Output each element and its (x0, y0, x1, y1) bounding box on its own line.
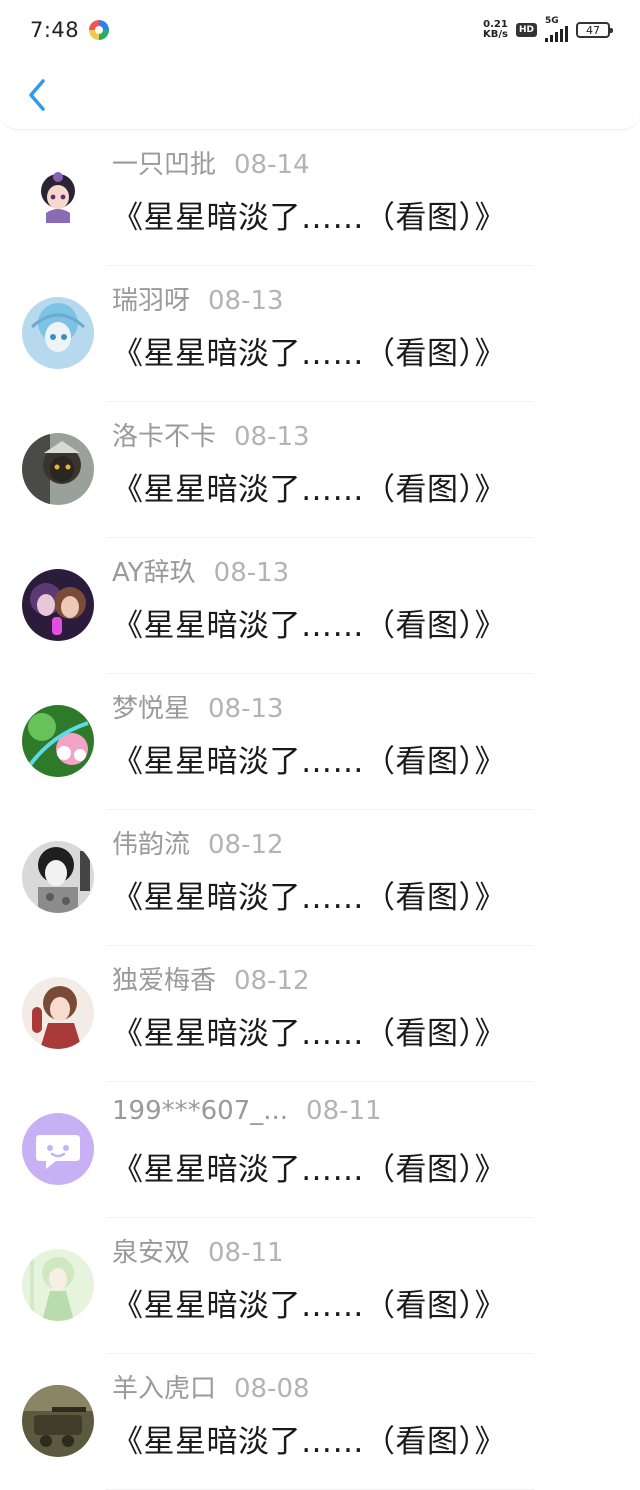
list-item[interactable]: 独爱梅香 08-12 《星星暗淡了……（看图）》 (0, 946, 640, 1082)
post-title[interactable]: 《星星暗淡了……（看图）》 (112, 1144, 506, 1189)
like-date: 08-13 (234, 422, 310, 452)
list-item[interactable]: 梦悦星 08-13 《星星暗淡了……（看图）》 (0, 674, 640, 810)
post-title[interactable]: 《星星暗淡了……（看图）》 (112, 464, 506, 509)
like-date: 08-13 (213, 558, 290, 588)
name-line: 羊入虎口 08-08 (112, 1368, 310, 1405)
avatar[interactable] (22, 841, 94, 913)
like-date: 08-14 (234, 150, 310, 180)
user-name[interactable]: AY辞玖 (112, 552, 196, 589)
list-item[interactable]: 199***607_... 08-11 《星星暗淡了……（看图）》 (0, 1082, 640, 1218)
name-line: 泉安双 08-11 (112, 1232, 284, 1269)
list-item[interactable]: 伟韵流 08-12 《星星暗淡了……（看图）》 (0, 810, 640, 946)
avatar[interactable] (22, 1249, 94, 1321)
user-name[interactable]: 伟韵流 (112, 824, 190, 861)
name-line: 瑞羽呀 08-13 (112, 280, 284, 317)
list-item[interactable]: 洛卡不卡 08-13 《星星暗淡了……（看图）》 (0, 402, 640, 538)
user-name[interactable]: 瑞羽呀 (112, 280, 190, 317)
post-title[interactable]: 《星星暗淡了……（看图）》 (112, 328, 506, 373)
network-type: 5G (545, 16, 559, 26)
avatar[interactable] (22, 977, 94, 1049)
like-date: 08-13 (208, 694, 284, 724)
user-name[interactable]: 199***607_... (112, 1096, 288, 1126)
signal-icon: 5G (545, 16, 568, 42)
user-name[interactable]: 梦悦星 (112, 688, 190, 725)
name-line: 一只凹批 08-14 (112, 144, 310, 181)
like-list: 一只凹批 08-14 《星星暗淡了……（看图）》 瑞羽呀 08-13 《星星暗淡了……（看… (0, 130, 640, 1490)
like-date: 08-13 (208, 286, 284, 316)
name-line: 伟韵流 08-12 (112, 824, 284, 861)
like-date: 08-11 (306, 1096, 382, 1126)
battery-icon: 47 (576, 22, 613, 38)
avatar[interactable] (22, 1113, 94, 1185)
status-bar: 7:48 0.21 KB/s HD 5G 47 (0, 0, 640, 60)
avatar[interactable] (22, 297, 94, 369)
name-line: 199***607_... 08-11 (112, 1096, 382, 1126)
app-notification-icon (89, 20, 110, 40)
user-name[interactable]: 泉安双 (112, 1232, 190, 1269)
network-speed: 0.21 KB/s (483, 20, 508, 40)
avatar[interactable] (22, 705, 94, 777)
name-line: 独爱梅香 08-12 (112, 960, 310, 997)
post-title[interactable]: 《星星暗淡了……（看图）》 (112, 192, 506, 237)
user-name[interactable]: 一只凹批 (112, 144, 216, 181)
nav-bar (0, 60, 640, 130)
chevron-left-icon (29, 79, 45, 111)
user-name[interactable]: 洛卡不卡 (112, 416, 216, 453)
like-date: 08-12 (234, 966, 310, 996)
avatar[interactable] (22, 161, 94, 233)
list-item[interactable]: 羊入虎口 08-08 《星星暗淡了……（看图）》 (0, 1354, 640, 1490)
user-name[interactable]: 羊入虎口 (112, 1368, 216, 1405)
back-button[interactable] (20, 78, 54, 112)
network-speed-unit: KB/s (483, 29, 508, 40)
user-name[interactable]: 独爱梅香 (112, 960, 216, 997)
post-title[interactable]: 《星星暗淡了……（看图）》 (112, 1008, 506, 1053)
list-item[interactable]: 瑞羽呀 08-13 《星星暗淡了……（看图）》 (0, 266, 640, 402)
like-date: 08-12 (208, 830, 284, 860)
list-item[interactable]: 泉安双 08-11 《星星暗淡了……（看图）》 (0, 1218, 640, 1354)
status-icons: 0.21 KB/s HD 5G 47 (483, 16, 613, 42)
hd-icon: HD (515, 23, 537, 37)
post-title[interactable]: 《星星暗淡了……（看图）》 (112, 872, 506, 917)
avatar[interactable] (22, 433, 94, 505)
name-line: 梦悦星 08-13 (112, 688, 284, 725)
post-title[interactable]: 《星星暗淡了……（看图）》 (112, 1416, 506, 1461)
name-line: AY辞玖 08-13 (112, 552, 289, 589)
list-item[interactable]: AY辞玖 08-13 《星星暗淡了……（看图）》 (0, 538, 640, 674)
name-line: 洛卡不卡 08-13 (112, 416, 310, 453)
list-item[interactable]: 一只凹批 08-14 《星星暗淡了……（看图）》 (0, 130, 640, 266)
status-time: 7:48 (30, 18, 80, 42)
battery-level: 47 (586, 23, 600, 37)
post-title[interactable]: 《星星暗淡了……（看图）》 (112, 600, 506, 645)
avatar[interactable] (22, 569, 94, 641)
like-date: 08-11 (208, 1238, 284, 1268)
like-date: 08-08 (234, 1374, 310, 1404)
post-title[interactable]: 《星星暗淡了……（看图）》 (112, 736, 506, 781)
avatar[interactable] (22, 1385, 94, 1457)
post-title[interactable]: 《星星暗淡了……（看图）》 (112, 1280, 506, 1325)
